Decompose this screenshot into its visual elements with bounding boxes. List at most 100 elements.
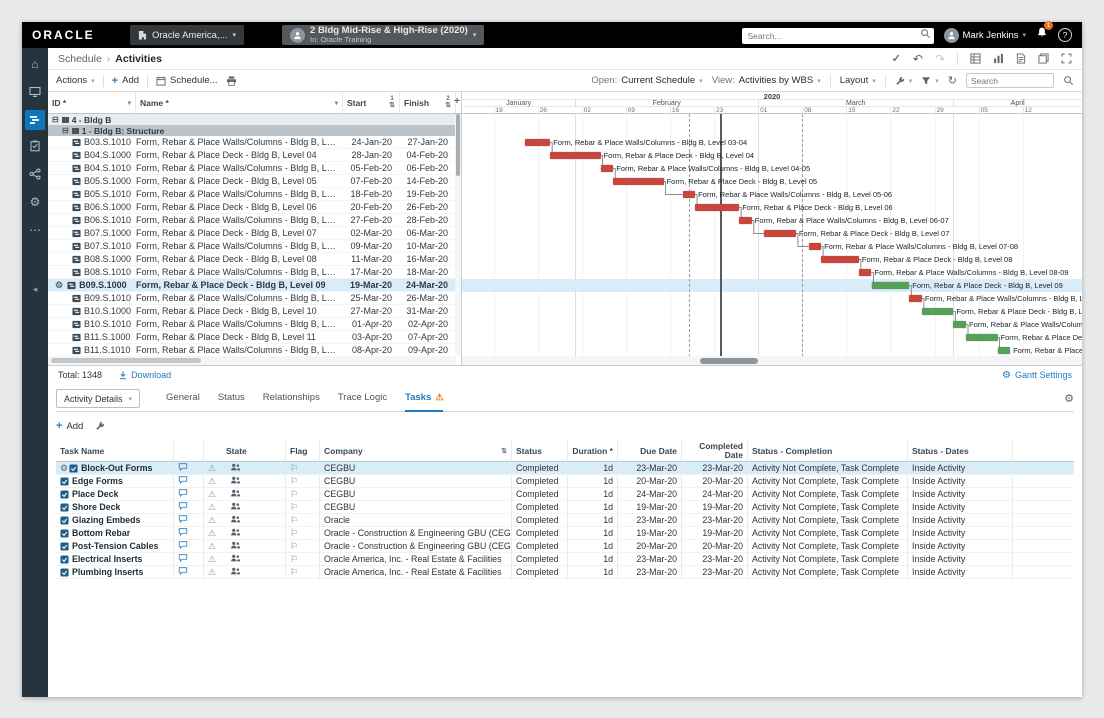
org-selector[interactable]: Oracle America,... ▾ [130, 25, 244, 45]
task-checkbox-icon[interactable] [60, 503, 69, 512]
activity-group-row[interactable]: ⊟1 - Bldg B: Structure [48, 125, 456, 136]
column-header-status[interactable]: Status [512, 440, 568, 461]
gantt-bar[interactable] [525, 139, 550, 146]
task-row[interactable]: Bottom Rebar⚠⚐Oracle - Construction & En… [56, 527, 1074, 540]
comment-icon[interactable] [178, 475, 188, 487]
task-checkbox-icon[interactable] [60, 542, 69, 551]
comment-icon[interactable] [178, 462, 188, 474]
document-icon[interactable] [1016, 53, 1026, 64]
task-checkbox-icon[interactable] [60, 490, 69, 499]
gantt-bar[interactable] [601, 165, 614, 172]
help-button[interactable]: ? [1058, 28, 1072, 42]
sidebar-collapse-handle[interactable]: ◂ [22, 284, 48, 295]
column-header-finish[interactable]: Finish2⇅ [400, 92, 456, 113]
task-row[interactable]: Plumbing Inserts⚠⚐Oracle America, Inc. -… [56, 566, 1074, 579]
row-settings-icon[interactable]: ⚙ [55, 280, 63, 291]
activity-row[interactable]: ⚙B09.S.1000Form, Rebar & Place Deck - Bl… [48, 279, 456, 292]
task-row[interactable]: Post-Tension Cables⚠⚐Oracle - Constructi… [56, 540, 1074, 553]
scrollbar-thumb[interactable] [51, 358, 201, 363]
tab-tasks[interactable]: Tasks⚠ [405, 386, 443, 412]
sidebar-item-more[interactable]: ⋯ [22, 218, 48, 242]
tab-general[interactable]: General [166, 386, 200, 412]
gantt-settings-link[interactable]: ⚙Gantt Settings [1002, 370, 1072, 381]
print-button[interactable] [226, 76, 237, 86]
reports-icon[interactable] [993, 53, 1004, 64]
gantt-chart-area[interactable]: Form, Rebar & Place Walls/Columns - Bldg… [462, 114, 1082, 357]
gantt-bar[interactable] [821, 256, 859, 263]
scrollbar-thumb[interactable] [456, 114, 460, 176]
redo-icon[interactable]: ↷ [935, 52, 945, 66]
gantt-bar[interactable] [922, 308, 954, 315]
activity-row[interactable]: B06.S.1000Form, Rebar & Place Deck - Bld… [48, 201, 456, 214]
column-header-status-completion[interactable]: Status - Completion [748, 440, 908, 461]
column-header-due-date[interactable]: Due Date [618, 440, 682, 461]
global-search-input[interactable] [742, 28, 934, 44]
activity-row[interactable]: B06.S.1010Form, Rebar & Place Walls/Colu… [48, 214, 456, 227]
activity-row[interactable]: B03.S.1010Form, Rebar & Place Walls/Colu… [48, 136, 456, 149]
task-checkbox-icon[interactable] [60, 568, 69, 577]
column-header-company[interactable]: Company⇅ [320, 440, 512, 461]
column-header-start[interactable]: Start1⇅ [343, 92, 400, 113]
vertical-scrollbar[interactable] [455, 114, 461, 356]
panel-settings-icon[interactable]: ⚙ [1064, 392, 1074, 405]
gantt-bar[interactable] [809, 243, 822, 250]
task-row[interactable]: Shore Deck⚠⚐CEGBUCompleted1d19-Mar-2019-… [56, 501, 1074, 514]
collapse-icon[interactable]: ⊟ [52, 115, 59, 124]
activity-row[interactable]: B05.S.1010Form, Rebar & Place Walls/Colu… [48, 188, 456, 201]
tab-relationships[interactable]: Relationships [263, 386, 320, 412]
task-checkbox-icon[interactable] [69, 464, 78, 473]
task-row[interactable]: Place Deck⚠⚐CEGBUCompleted1d24-Mar-2024-… [56, 488, 1074, 501]
comment-icon[interactable] [178, 566, 188, 578]
filter-menu[interactable]: ▾ [921, 76, 939, 86]
gantt-horizontal-scrollbar[interactable] [462, 356, 1082, 365]
task-tools-icon[interactable] [95, 421, 105, 431]
gantt-bar[interactable] [966, 334, 998, 341]
user-menu[interactable]: Mark Jenkins ▾ [944, 28, 1026, 43]
expand-icon[interactable] [1061, 53, 1072, 64]
sidebar-item-settings[interactable]: ⚙ [22, 190, 48, 214]
column-header-duration[interactable]: Duration * [568, 440, 618, 461]
activity-row[interactable]: B10.S.1010Form, Rebar & Place Walls/Colu… [48, 318, 456, 331]
search-icon[interactable] [1063, 75, 1074, 86]
flag-icon[interactable]: ⚐ [290, 567, 298, 578]
activity-row[interactable]: B05.S.1000Form, Rebar & Place Deck - Bld… [48, 175, 456, 188]
flag-icon[interactable]: ⚐ [290, 528, 298, 539]
task-row[interactable]: Glazing Embeds⚠⚐OracleCompleted1d23-Mar-… [56, 514, 1074, 527]
layout-menu[interactable]: Layout▾ [840, 75, 876, 86]
comment-icon[interactable] [178, 501, 188, 513]
sidebar-item-home[interactable]: ⌂ [22, 52, 48, 76]
task-row[interactable]: ⚙Block-Out Forms⚠⚐CEGBUCompleted1d23-Mar… [56, 462, 1074, 475]
gantt-bar[interactable] [909, 295, 922, 302]
flag-icon[interactable]: ⚐ [290, 541, 298, 552]
copy-icon[interactable] [1038, 53, 1049, 64]
actions-menu[interactable]: Actions▾ [56, 75, 95, 86]
flag-icon[interactable]: ⚐ [290, 502, 298, 513]
comment-icon[interactable] [178, 527, 188, 539]
gantt-bar[interactable] [695, 204, 739, 211]
add-task-button[interactable]: +Add [56, 420, 83, 432]
column-header-task-name[interactable]: Task Name [56, 440, 174, 461]
tab-trace-logic[interactable]: Trace Logic [338, 386, 387, 412]
row-settings-icon[interactable]: ⚙ [60, 463, 68, 474]
filter-chevron-icon[interactable]: ▾ [128, 99, 131, 107]
gantt-bar[interactable] [872, 282, 910, 289]
gantt-bar[interactable] [550, 152, 600, 159]
flag-icon[interactable]: ⚐ [290, 515, 298, 526]
column-header-state[interactable]: State [204, 440, 286, 461]
table-horizontal-scrollbar[interactable] [48, 356, 456, 365]
gantt-bar[interactable] [764, 230, 796, 237]
column-header-id[interactable]: ID *▾ [48, 92, 136, 113]
activity-row[interactable]: B04.S.1000Form, Rebar & Place Deck - Bld… [48, 149, 456, 162]
comment-icon[interactable] [178, 514, 188, 526]
activity-row[interactable]: B08.S.1000Form, Rebar & Place Deck - Bld… [48, 253, 456, 266]
comment-icon[interactable] [178, 540, 188, 552]
column-header-completed-date[interactable]: Completed Date [682, 440, 748, 461]
refresh-button[interactable]: ↻ [948, 74, 957, 87]
activity-row[interactable]: B07.S.1010Form, Rebar & Place Walls/Colu… [48, 240, 456, 253]
collapse-icon[interactable]: ⊟ [62, 126, 69, 135]
activity-row[interactable]: B10.S.1000Form, Rebar & Place Deck - Bld… [48, 305, 456, 318]
open-selector[interactable]: Open:Current Schedule▾ [591, 75, 702, 86]
sidebar-item-dashboards[interactable] [22, 80, 48, 104]
sidebar-item-schedule[interactable] [25, 110, 45, 130]
undo-icon[interactable]: ↶ [913, 52, 923, 66]
